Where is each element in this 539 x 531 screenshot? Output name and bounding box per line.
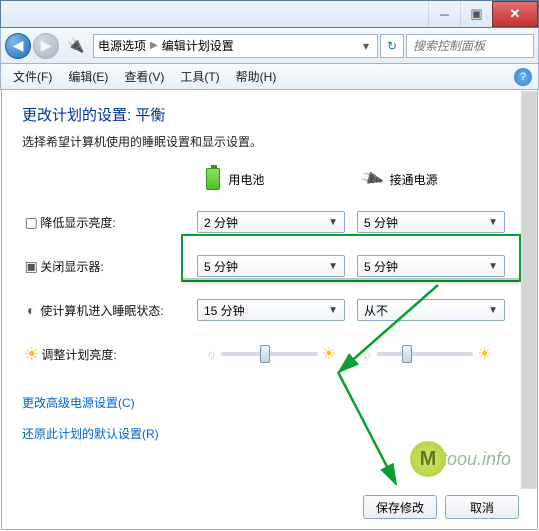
- dim-plugged-dropdown[interactable]: 5 分钟▼: [357, 211, 505, 233]
- menu-view[interactable]: 查看(V): [118, 66, 170, 87]
- row-label: 调整计划亮度:: [41, 346, 206, 363]
- page-title: 更改计划的设置: 平衡: [22, 104, 517, 125]
- col-battery-label: 用电池: [228, 171, 264, 188]
- chevron-down-icon: ▼: [488, 305, 498, 316]
- sleep-plugged-dropdown[interactable]: 从不▼: [357, 299, 505, 321]
- menu-tools[interactable]: 工具(T): [174, 66, 225, 87]
- sun-icon: ☀: [22, 344, 41, 365]
- chevron-down-icon: ▼: [328, 217, 338, 228]
- dim-battery-dropdown[interactable]: 2 分钟▼: [197, 211, 345, 233]
- window-titlebar: ─ ▣ ✕: [0, 0, 539, 28]
- row-label: 使计算机进入睡眠状态:: [40, 302, 197, 319]
- brightness-plugged-slider[interactable]: ☼ ☀: [362, 344, 492, 364]
- monitor-dim-icon: ▢: [22, 214, 40, 231]
- battery-icon: [206, 168, 220, 190]
- brightness-battery-slider[interactable]: ☼ ☀: [206, 344, 336, 364]
- watermark: M toou.info: [410, 441, 511, 477]
- chevron-down-icon[interactable]: ▾: [359, 39, 373, 53]
- breadcrumb-item[interactable]: 电源选项: [98, 37, 146, 54]
- monitor-off-icon: ▣: [22, 258, 40, 275]
- sleep-battery-dropdown[interactable]: 15 分钟▼: [197, 299, 345, 321]
- cancel-button[interactable]: 取消: [445, 495, 519, 519]
- navigation-bar: ◀ ▶ 🔌 电源选项 ▶ 编辑计划设置 ▾ ↻: [0, 28, 539, 64]
- forward-button[interactable]: ▶: [33, 33, 59, 59]
- sun-big-icon: ☀: [477, 344, 491, 364]
- sleep-icon: ◐: [22, 302, 40, 318]
- column-headers: 用电池 🔌 接通电源: [22, 168, 517, 190]
- slider-thumb[interactable]: [402, 345, 412, 363]
- maximize-button[interactable]: ▣: [460, 1, 492, 27]
- refresh-button[interactable]: ↻: [380, 34, 404, 58]
- chevron-down-icon: ▼: [328, 305, 338, 316]
- chevron-right-icon: ▶: [150, 40, 158, 51]
- row-dim-display: ▢ 降低显示亮度: 2 分钟▼ 5 分钟▼: [22, 208, 517, 236]
- content-area: 更改计划的设置: 平衡 选择希望计算机使用的睡眠设置和显示设置。 用电池 🔌 接…: [1, 90, 538, 530]
- search-input[interactable]: [406, 34, 534, 58]
- off-battery-dropdown[interactable]: 5 分钟▼: [197, 255, 345, 277]
- chevron-down-icon: ▼: [488, 261, 498, 272]
- sun-big-icon: ☀: [322, 344, 336, 364]
- save-button[interactable]: 保存修改: [363, 495, 437, 519]
- chevron-down-icon: ▼: [488, 217, 498, 228]
- plug-icon: 🔌: [358, 165, 385, 192]
- page-subtitle: 选择希望计算机使用的睡眠设置和显示设置。: [22, 133, 517, 150]
- annotation-shadow: [183, 278, 519, 286]
- link-restore-defaults[interactable]: 还原此计划的默认设置(R): [22, 425, 517, 442]
- slider-thumb[interactable]: [260, 345, 270, 363]
- breadcrumb[interactable]: 电源选项 ▶ 编辑计划设置 ▾: [93, 34, 378, 58]
- chevron-down-icon: ▼: [328, 261, 338, 272]
- sun-small-icon: ☼: [362, 347, 373, 361]
- menu-bar: 文件(F) 编辑(E) 查看(V) 工具(T) 帮助(H) ?: [0, 64, 539, 90]
- row-brightness: ☀ 调整计划亮度: ☼ ☀ ☼ ☀: [22, 340, 517, 368]
- breadcrumb-item[interactable]: 编辑计划设置: [162, 37, 234, 54]
- menu-file[interactable]: 文件(F): [7, 66, 58, 87]
- help-icon[interactable]: ?: [514, 68, 532, 86]
- menu-help[interactable]: 帮助(H): [230, 66, 283, 87]
- power-plan-icon: 🔌: [65, 35, 87, 57]
- row-label: 关闭显示器:: [40, 258, 197, 275]
- off-plugged-dropdown[interactable]: 5 分钟▼: [357, 255, 505, 277]
- col-plugged-label: 接通电源: [390, 171, 438, 188]
- minimize-button[interactable]: ─: [428, 1, 460, 27]
- menu-edit[interactable]: 编辑(E): [62, 66, 114, 87]
- back-button[interactable]: ◀: [5, 33, 31, 59]
- close-button[interactable]: ✕: [492, 1, 538, 27]
- vertical-scrollbar[interactable]: [521, 91, 537, 489]
- row-label: 降低显示亮度:: [40, 214, 197, 231]
- sun-small-icon: ☼: [206, 347, 217, 361]
- row-sleep: ◐ 使计算机进入睡眠状态: 15 分钟▼ 从不▼: [22, 296, 517, 324]
- link-advanced-settings[interactable]: 更改高级电源设置(C): [22, 394, 517, 411]
- row-turn-off-display: ▣ 关闭显示器: 5 分钟▼ 5 分钟▼: [22, 252, 517, 280]
